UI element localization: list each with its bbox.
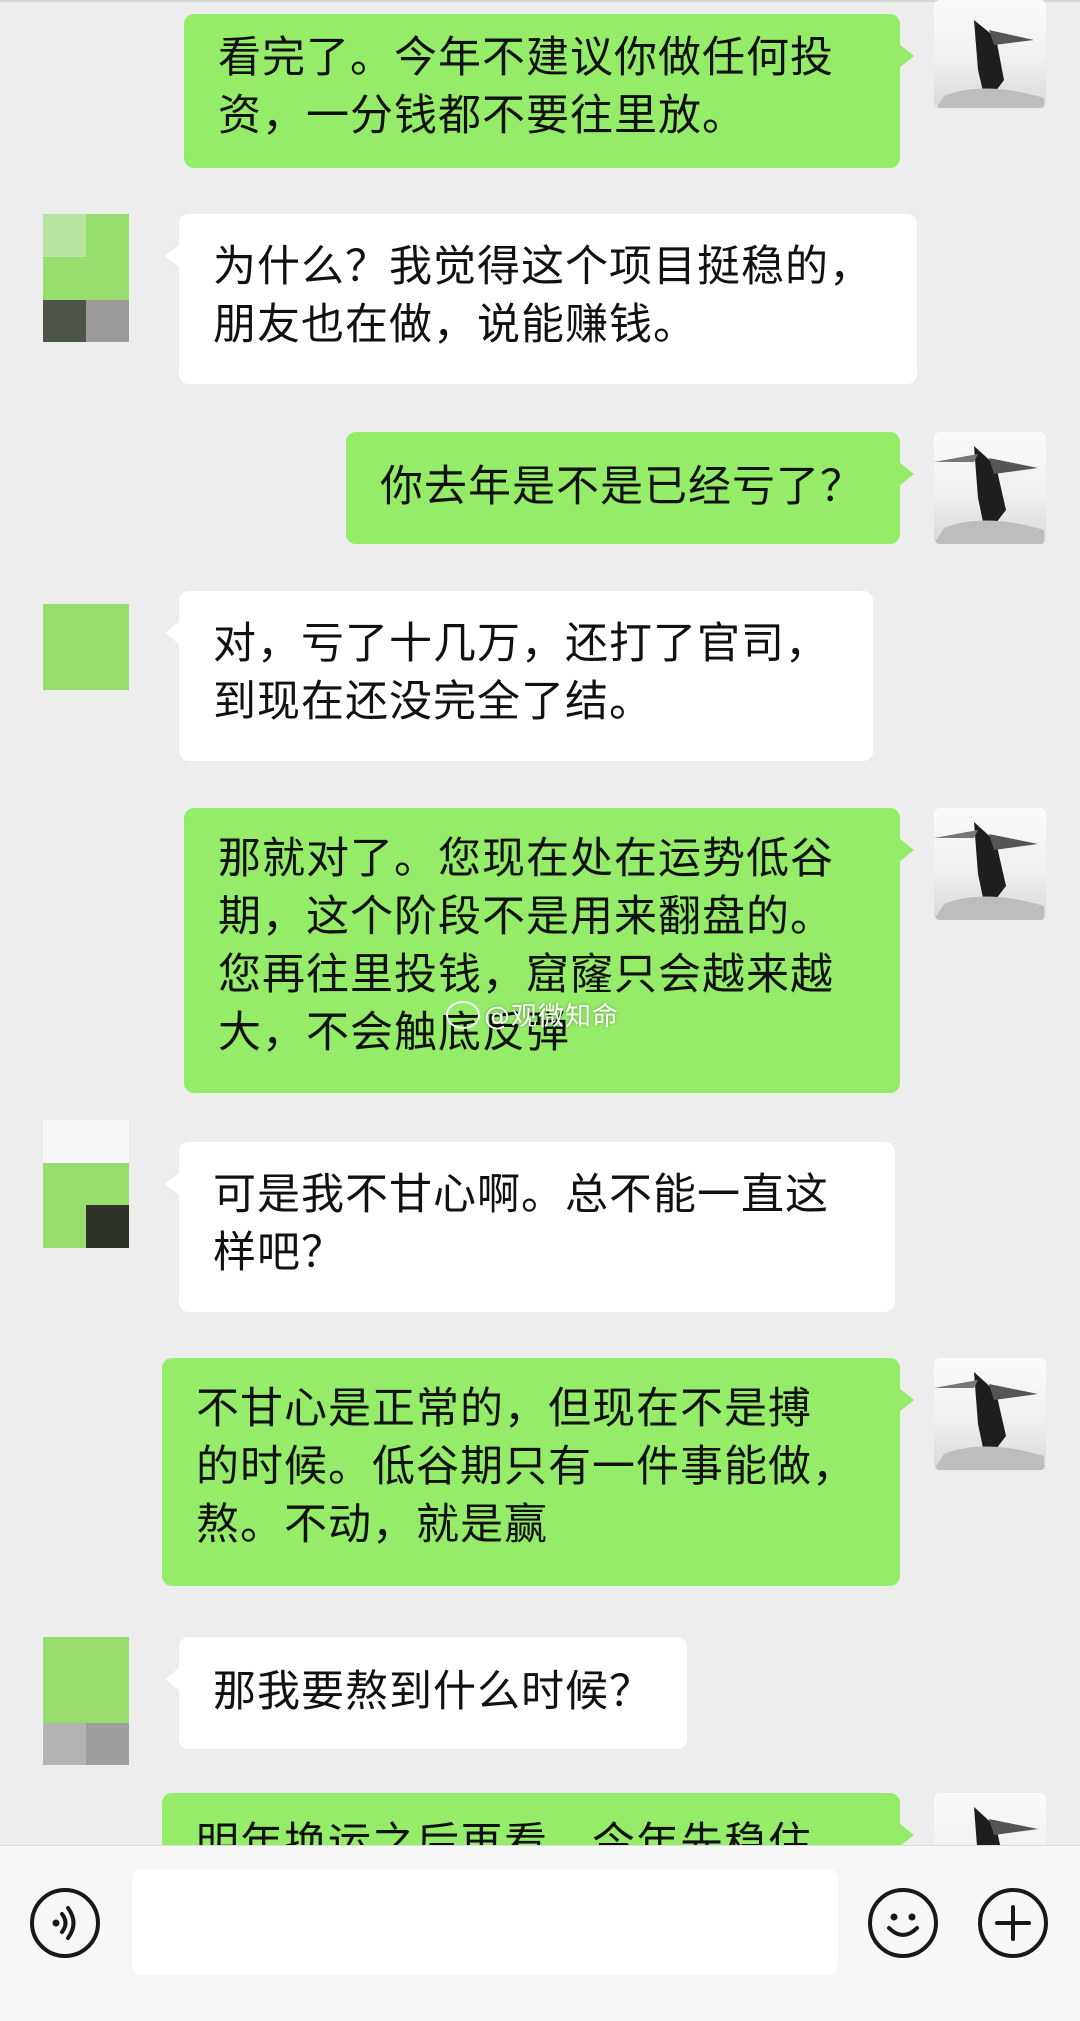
avatar[interactable]: [43, 214, 129, 342]
plus-icon[interactable]: [978, 1888, 1048, 1958]
voice-icon[interactable]: [30, 1888, 100, 1958]
avatar[interactable]: [934, 432, 1046, 544]
message-bubble-incoming[interactable]: 那我要熬到什么时候？: [165, 1637, 687, 1749]
avatar[interactable]: [43, 1120, 129, 1248]
message-bubble-outgoing[interactable]: 明年换运之后再看，今年先稳住: [162, 1793, 914, 1845]
weibo-logo-icon: [446, 1000, 480, 1029]
message-bubble-outgoing[interactable]: 不甘心是正常的，但现在不是搏 的时候。低谷期只有一件事能做， 熬。不动，就是赢: [162, 1358, 914, 1586]
avatar[interactable]: [43, 604, 129, 690]
avatar[interactable]: [934, 808, 1046, 920]
message-bubble-incoming[interactable]: 为什么？我觉得这个项目挺稳的， 朋友也在做，说能赚钱。: [165, 214, 917, 384]
avatar[interactable]: [934, 1793, 1046, 1845]
avatar[interactable]: [934, 1358, 1046, 1470]
emoji-icon[interactable]: [868, 1888, 938, 1958]
input-bar: [0, 1845, 1080, 2021]
message-bubble-incoming[interactable]: 对，亏了十几万，还打了官司， 到现在还没完全了结。: [165, 591, 873, 761]
message-bubble-outgoing[interactable]: 你去年是不是已经亏了？: [346, 432, 914, 544]
message-bubble-outgoing[interactable]: 那就对了。您现在处在运势低谷 期，这个阶段不是用来翻盘的。 您再往里投钱，窟窿只…: [184, 808, 914, 1093]
avatar[interactable]: [43, 1637, 129, 1765]
message-input[interactable]: [132, 1869, 838, 1975]
watermark: @观微知命: [446, 996, 619, 1033]
message-bubble-incoming[interactable]: 可是我不甘心啊。总不能一直这 样吧？: [165, 1142, 895, 1312]
watermark-text: @观微知命: [484, 1002, 620, 1032]
chat-area[interactable]: 看完了。今年不建议你做任何投 资，一分钱都不要往里放。 为什么？我觉得这个项目挺…: [0, 0, 1080, 1845]
divider: [0, 0, 1080, 2]
avatar[interactable]: [934, 0, 1046, 108]
message-bubble-outgoing[interactable]: 看完了。今年不建议你做任何投 资，一分钱都不要往里放。: [184, 14, 914, 168]
